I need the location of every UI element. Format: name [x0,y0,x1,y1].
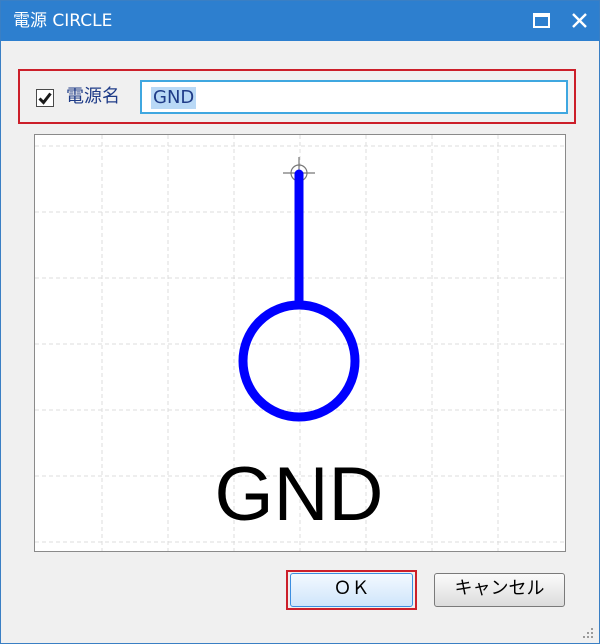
power-circle [238,300,360,422]
close-icon [572,13,587,28]
symbol-preview: GND [34,134,566,552]
resize-grip[interactable] [581,625,595,639]
window-title: 電源 CIRCLE [13,11,113,31]
power-name-label: 電源名 [66,86,120,107]
power-name-value: GND [151,87,197,109]
power-name-input[interactable]: GND [140,80,568,114]
ok-button[interactable]: ＯＫ [290,573,413,607]
dialog-window: 電源 CIRCLE 電源名 GND GND ＯＫ キャンセル [0,0,600,644]
close-button[interactable] [567,8,593,34]
power-name-group: 電源名 GND [18,69,576,124]
power-name-checkbox[interactable] [36,89,54,107]
power-symbol-text: GND [215,452,384,537]
maximize-icon [533,13,550,28]
maximize-button[interactable] [529,8,555,34]
resize-grip-icon [583,628,593,638]
preview-canvas: GND [35,135,565,551]
checkmark-icon [38,92,52,105]
title-bar[interactable]: 電源 CIRCLE [1,1,599,41]
cancel-button[interactable]: キャンセル [434,573,565,607]
